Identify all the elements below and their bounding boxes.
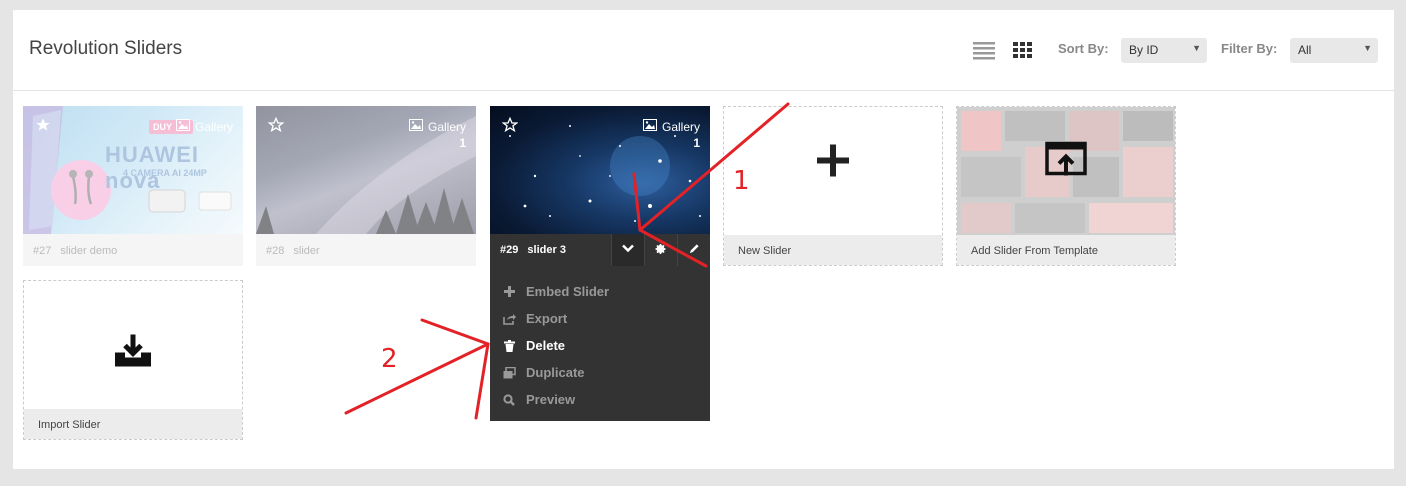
slider-type-label: Gallery [427,119,466,134]
chevron-down-icon [622,244,634,256]
menu-item-label: Preview [526,392,576,407]
menu-item-delete[interactable]: Delete [490,332,710,359]
menu-toggle-button[interactable] [611,234,644,266]
menu-item-duplicate[interactable]: Duplicate [490,359,710,386]
add-template-card[interactable]: Add Slider From Template [956,106,1176,266]
search-icon [502,393,516,407]
add-template-label: Add Slider From Template [957,235,1175,265]
grid-view-icon[interactable] [1012,40,1036,62]
slider-type-label: Gallery [194,119,233,134]
new-slider-label: New Slider [724,235,942,265]
new-slider-card[interactable]: New Slider [723,106,943,266]
gear-icon [655,243,667,258]
menu-item-preview[interactable]: Preview [490,386,710,413]
pencil-icon [689,243,700,257]
slider-id: #27 [33,245,52,257]
filter-select[interactable]: All ▼ [1290,38,1378,63]
image-icon [175,119,190,134]
slider-name: slider [293,245,320,257]
menu-item-label: Export [526,311,568,326]
image-icon [642,119,657,134]
image-icon [408,119,423,134]
menu-item-embed-slider[interactable]: Embed Slider [490,278,710,305]
slider-type-tag: Gallery [408,119,466,134]
slider-card-footer: #27 slider demo [23,234,243,266]
slider-card-footer: #28 slider [256,234,476,266]
trash-icon [502,339,516,353]
slider-tools [611,234,710,266]
download-tray-icon [113,333,153,374]
slider-id: #28 [266,245,285,257]
plus-icon [502,285,516,299]
filter-label: Filter By: [1221,41,1278,56]
list-view-icon[interactable] [973,40,997,62]
page-title: Revolution Sliders [29,38,183,59]
duplicate-icon [502,366,516,380]
edit-button[interactable] [677,234,710,266]
slider-name: slider demo [60,245,118,257]
panel-header: Revolution Sliders Sort By: By ID ▼ Filt… [13,10,1394,91]
plus-icon [815,143,851,184]
menu-item-label: Duplicate [526,365,585,380]
favorite-star-icon[interactable] [501,116,519,133]
sort-value: By ID [1129,43,1159,57]
slide-count: 1 [693,136,700,150]
slider-type-tag: Gallery [642,119,700,134]
caret-down-icon: ▼ [1192,43,1201,53]
annotation-number: 2 [381,344,398,374]
filter-value: All [1298,43,1312,57]
import-slider-label: Import Slider [24,409,242,439]
slider-card-footer: #29 slider 3 [490,234,710,266]
caret-down-icon: ▼ [1363,43,1372,53]
sort-select[interactable]: By ID ▼ [1121,38,1207,63]
slider-actions-menu: Embed Slider Export Delete Duplicate Pre… [490,266,710,421]
slider-type-tag: Gallery [175,119,233,134]
sliders-panel: Revolution Sliders Sort By: By ID ▼ Filt… [13,10,1394,469]
menu-item-export[interactable]: Export [490,305,710,332]
menu-item-label: Embed Slider [526,284,610,299]
template-import-icon [1045,141,1087,185]
slider-type-label: Gallery [661,119,700,134]
slider-id: #29 [500,244,519,256]
annotation-number: 1 [733,166,750,196]
sort-label: Sort By: [1058,41,1109,56]
favorite-star-icon[interactable] [35,117,51,133]
settings-button[interactable] [644,234,677,266]
slider-name: slider 3 [527,244,566,256]
export-icon [502,312,516,326]
slide-count: 1 [459,136,466,150]
favorite-star-icon[interactable] [267,116,285,133]
menu-item-label: Delete [526,338,566,353]
import-slider-card[interactable]: Import Slider [23,280,243,440]
